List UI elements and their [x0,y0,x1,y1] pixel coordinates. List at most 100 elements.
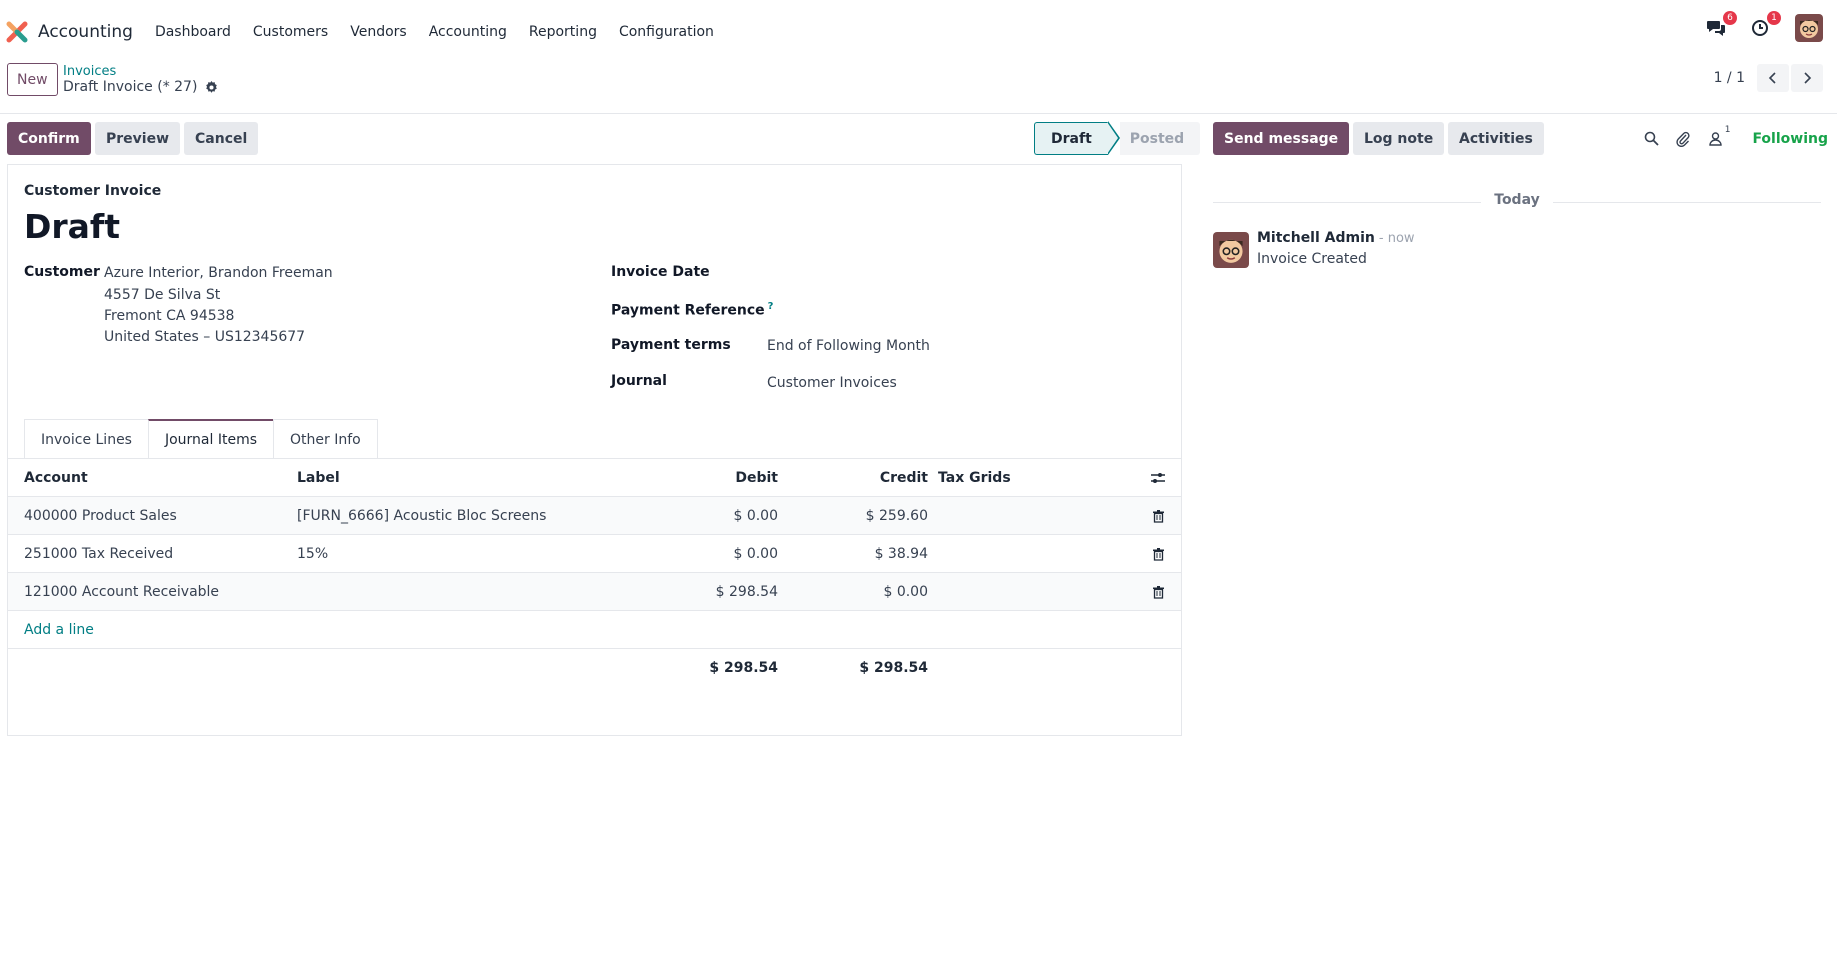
user-icon [1709,131,1722,146]
table-row[interactable]: 251000 Tax Received 15% $ 0.00 $ 38.94 [8,535,1181,573]
messaging-button[interactable]: 6 [1703,11,1737,41]
notebook-tabs: Invoice Lines Journal Items Other Info [24,419,378,459]
date-separator: Today [1213,192,1821,212]
menu-reporting[interactable]: Reporting [529,24,597,40]
form-sheet: Customer Invoice Draft Customer Azure In… [7,164,1182,736]
sliders-icon [1151,473,1165,483]
message-author-avatar[interactable] [1213,232,1249,268]
followers-count: 1 [1724,124,1731,135]
record-title: Draft Invoice (* 27) [63,79,218,95]
row-debit[interactable]: $ 298.54 [598,573,778,611]
chatter-topbar: Send message Log note Activities 1 Follo… [1213,115,1828,165]
column-account[interactable]: Account [24,459,294,497]
pager-next-button[interactable] [1791,64,1823,92]
row-credit[interactable]: $ 0.00 [778,573,928,611]
menu-customers[interactable]: Customers [253,24,328,40]
main-menu: Dashboard Customers Vendors Accounting R… [155,24,736,40]
trash-icon [1152,509,1164,523]
table-row[interactable]: 121000 Account Receivable $ 298.54 $ 0.0… [8,573,1181,611]
stage-arrow [1106,121,1120,155]
gear-icon[interactable] [205,80,218,94]
column-credit[interactable]: Credit [778,459,928,497]
delete-row-button[interactable] [1148,497,1168,535]
user-avatar[interactable] [1795,14,1823,42]
paperclip-icon [1676,131,1691,147]
journal-field[interactable]: Customer Invoices [767,375,897,391]
following-toggle[interactable]: Following [1752,131,1828,147]
tab-other-info[interactable]: Other Info [273,419,378,459]
row-account[interactable]: 400000 Product Sales [24,497,294,535]
separator-line-left [1213,202,1481,203]
pager-previous-button[interactable] [1757,64,1789,92]
payment-reference-field[interactable] [767,301,1167,321]
column-label[interactable]: Label [297,459,627,497]
table-row[interactable]: 400000 Product Sales [FURN_6666] Acousti… [8,497,1181,535]
row-label[interactable]: [FURN_6666] Acoustic Bloc Screens [297,497,627,535]
pager-value[interactable]: 1 / 1 [1714,70,1745,86]
add-line-link[interactable]: Add a line [24,611,294,649]
payment-terms-field[interactable]: End of Following Month [767,338,930,354]
document-type: Customer Invoice [24,183,162,199]
menu-configuration[interactable]: Configuration [619,24,714,40]
followers-button[interactable]: 1 [1704,125,1730,150]
row-account[interactable]: 121000 Account Receivable [24,573,294,611]
app-name: Accounting [38,22,133,42]
activities-chatter-button[interactable]: Activities [1448,122,1544,155]
stage-posted[interactable]: Posted [1119,122,1201,155]
form-statusbar: Confirm Preview Cancel Draft Posted [0,115,1201,165]
add-line-row: Add a line [8,611,1181,649]
column-debit[interactable]: Debit [598,459,778,497]
delete-row-button[interactable] [1148,535,1168,573]
activities-badge: 1 [1767,11,1781,25]
menu-accounting[interactable]: Accounting [429,24,507,40]
send-message-button[interactable]: Send message [1213,122,1350,155]
row-account[interactable]: 251000 Tax Received [24,535,294,573]
row-label[interactable] [297,573,627,611]
log-note-button[interactable]: Log note [1353,122,1445,155]
row-credit[interactable]: $ 38.94 [778,535,928,573]
message-body: Invoice Created [1257,251,1367,267]
customer-label: Customer [24,264,100,280]
trash-icon [1152,547,1164,561]
table-header: Account Label Debit Credit Tax Grids [8,459,1181,497]
menu-dashboard[interactable]: Dashboard [155,24,231,40]
search-icon [1644,131,1659,146]
menu-vendors[interactable]: Vendors [350,24,406,40]
total-debit: $ 298.54 [709,660,778,676]
new-button[interactable]: New [7,63,58,96]
search-messages-button[interactable] [1640,128,1662,150]
optional-columns-toggle[interactable] [1148,459,1168,497]
main-navbar: Accounting Dashboard Customers Vendors A… [0,8,1837,56]
column-tax-grids[interactable]: Tax Grids [938,459,1118,497]
breadcrumb-invoices[interactable]: Invoices [63,64,116,79]
message-time: - now [1378,231,1415,246]
preview-button[interactable]: Preview [95,122,181,155]
delete-row-button[interactable] [1148,573,1168,611]
tab-invoice-lines[interactable]: Invoice Lines [24,419,149,459]
totals-row: $ 298.54 $ 298.54 [8,649,1181,687]
separator-line-right [1553,202,1821,203]
customer-name[interactable]: Azure Interior, Brandon Freeman [104,265,333,281]
invoice-date-field[interactable] [767,264,1167,284]
chat-bubbles-icon [1707,21,1725,36]
attachments-button[interactable] [1672,128,1694,150]
row-debit[interactable]: $ 0.00 [598,535,778,573]
clock-icon [1752,20,1768,36]
record-title-text: Draft Invoice (* 27) [63,79,198,95]
message-author-name[interactable]: Mitchell Admin [1257,230,1375,246]
app-brand[interactable]: Accounting [6,21,133,43]
row-credit[interactable]: $ 259.60 [778,497,928,535]
confirm-button[interactable]: Confirm [7,122,91,155]
tab-journal-items[interactable]: Journal Items [147,419,275,459]
chatter-message: Mitchell Admin - now Invoice Created [1213,230,1813,270]
payment-reference-label: Payment Reference? [611,301,773,319]
customer-city: Fremont CA 94538 [104,308,235,324]
row-debit[interactable]: $ 0.00 [598,497,778,535]
message-author: Mitchell Admin - now [1257,230,1415,246]
stage-draft[interactable]: Draft [1034,122,1108,155]
customer-country: United States – US12345677 [104,329,306,345]
chatter-tools: 1 Following [1630,122,1828,155]
cancel-button[interactable]: Cancel [184,122,259,155]
row-label[interactable]: 15% [297,535,627,573]
activities-button[interactable]: 1 [1747,11,1781,41]
